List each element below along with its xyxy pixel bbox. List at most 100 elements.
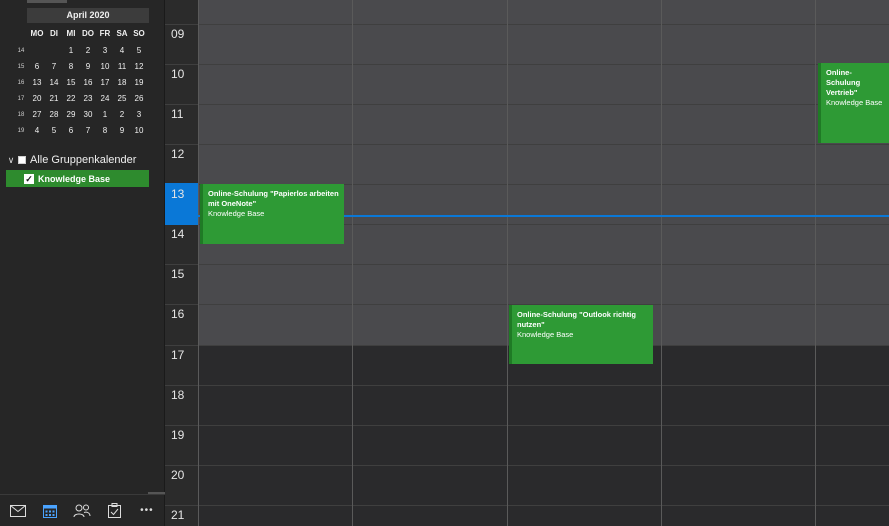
hour-line <box>165 104 889 105</box>
mini-calendar-day[interactable]: 11 <box>113 59 131 75</box>
mini-calendar-day[interactable]: 4 <box>28 123 46 139</box>
calendar-event[interactable]: Online-Schulung Vertrieb" Knowledge Base <box>818 63 889 143</box>
module-nav-bar: ••• <box>0 494 165 526</box>
hour-label: 17 <box>171 348 185 362</box>
weekday-header: DI <box>50 29 58 38</box>
mini-calendar-day[interactable]: 25 <box>113 91 131 107</box>
mini-calendar-day[interactable]: 19 <box>130 75 148 91</box>
hour-line <box>165 425 889 426</box>
calendar-event[interactable]: Online-Schulung "Outlook richtig nutzen"… <box>509 305 653 364</box>
mini-calendar-day[interactable]: 5 <box>130 43 148 59</box>
mini-calendar-day[interactable]: 23 <box>79 91 97 107</box>
mini-calendar-day[interactable]: 9 <box>113 123 131 139</box>
hour-line <box>165 24 889 25</box>
mini-calendar-day[interactable]: 6 <box>62 123 80 139</box>
mini-calendar-day[interactable]: 5 <box>45 123 63 139</box>
mini-calendar-day[interactable]: 7 <box>79 123 97 139</box>
chevron-down-icon[interactable]: ∨ <box>6 155 16 166</box>
mini-calendar-day[interactable]: 8 <box>62 59 80 75</box>
week-number: 16 <box>17 80 25 86</box>
mini-calendar-day[interactable]: 30 <box>79 107 97 123</box>
day-column-divider <box>661 0 662 526</box>
hour-line <box>165 385 889 386</box>
hour-label: 20 <box>171 468 185 482</box>
mini-calendar-day[interactable]: 9 <box>79 59 97 75</box>
mini-calendar-day[interactable]: 4 <box>113 43 131 59</box>
mini-calendar-day[interactable]: 24 <box>96 91 114 107</box>
calendar-item-knowledge-base[interactable]: ✓ Knowledge Base <box>6 170 149 187</box>
hour-line <box>165 144 889 145</box>
mini-calendar-day[interactable]: 28 <box>45 107 63 123</box>
hour-label: 13 <box>171 187 185 201</box>
weekday-header: DO <box>82 29 94 38</box>
mini-calendar-day[interactable]: 27 <box>28 107 46 123</box>
event-title: Online-Schulung "Papierlos arbeiten mit … <box>208 189 339 208</box>
mini-calendar-day[interactable]: 7 <box>45 59 63 75</box>
tasks-icon[interactable] <box>104 500 126 522</box>
mini-calendar-day[interactable]: 17 <box>96 75 114 91</box>
week-number: 17 <box>17 96 25 102</box>
week-number: 19 <box>17 128 25 134</box>
mini-calendar-day[interactable]: 1 <box>62 43 80 59</box>
mini-calendar-month-header[interactable]: April 2020 <box>27 8 149 23</box>
hour-label: 16 <box>171 307 185 321</box>
week-number: 14 <box>17 48 25 54</box>
hour-label: 09 <box>171 27 185 41</box>
mini-calendar-day[interactable]: 15 <box>62 75 80 91</box>
mini-calendar-day[interactable]: 16 <box>79 75 97 91</box>
hour-label: 14 <box>171 227 185 241</box>
mini-calendar-day[interactable]: 22 <box>62 91 80 107</box>
group-checkbox[interactable] <box>18 156 26 164</box>
more-icon[interactable]: ••• <box>136 500 158 522</box>
people-icon[interactable] <box>71 500 93 522</box>
mini-calendar-day[interactable]: 2 <box>79 43 97 59</box>
off-hours-area[interactable] <box>198 346 889 526</box>
weekday-header: SO <box>133 29 145 38</box>
week-number: 18 <box>17 112 25 118</box>
hour-line <box>165 505 889 506</box>
calendar-icon[interactable] <box>39 500 61 522</box>
mini-calendar-day[interactable]: 21 <box>45 91 63 107</box>
day-column-divider <box>352 0 353 526</box>
calendar-group-header[interactable]: ∨ Alle Gruppenkalender <box>6 152 156 168</box>
mini-calendar-day[interactable]: 10 <box>96 59 114 75</box>
mini-calendar-day[interactable]: 1 <box>96 107 114 123</box>
mini-calendar-day[interactable]: 10 <box>130 123 148 139</box>
mini-calendar-day[interactable]: 14 <box>45 75 63 91</box>
hour-label: 11 <box>171 107 184 121</box>
hour-label: 10 <box>171 67 185 81</box>
mini-calendar-day[interactable] <box>45 43 63 59</box>
mini-calendar-day[interactable]: 26 <box>130 91 148 107</box>
mini-calendar-day[interactable]: 6 <box>28 59 46 75</box>
calendar-event[interactable]: Online-Schulung "Papierlos arbeiten mit … <box>200 184 344 244</box>
event-title: Online-Schulung "Outlook richtig nutzen" <box>517 310 636 329</box>
mini-calendar-day[interactable]: 2 <box>113 107 131 123</box>
mini-calendar-day[interactable]: 13 <box>28 75 46 91</box>
mini-calendar-day[interactable] <box>28 43 46 59</box>
working-hours-area[interactable] <box>198 0 889 346</box>
hour-label: 15 <box>171 267 185 281</box>
mini-calendar-day[interactable]: 18 <box>113 75 131 91</box>
weekday-header: FR <box>99 29 111 38</box>
mail-icon[interactable] <box>7 500 29 522</box>
week-number: 15 <box>17 64 25 70</box>
day-column-divider <box>198 0 199 526</box>
mini-calendar-day[interactable]: 12 <box>130 59 148 75</box>
mini-calendar-day[interactable]: 3 <box>130 107 148 123</box>
event-calendar-name: Knowledge Base <box>826 98 883 107</box>
weekday-header: MO <box>30 29 44 38</box>
mini-calendar-day[interactable]: 29 <box>62 107 80 123</box>
checkmark-icon[interactable]: ✓ <box>24 173 34 184</box>
sidebar: April 2020 MO DI MI DO FR SA SO 14 1 2 3… <box>0 0 165 526</box>
event-calendar-name: Knowledge Base <box>208 209 265 218</box>
weekday-header: SA <box>116 29 128 38</box>
weekday-header: MI <box>66 29 76 38</box>
hour-line <box>165 264 889 265</box>
hour-label: 12 <box>171 147 185 161</box>
mini-calendar-day[interactable]: 20 <box>28 91 46 107</box>
hour-line <box>165 64 889 65</box>
event-title: Online-Schulung Vertrieb" <box>826 68 861 97</box>
mini-calendar-day[interactable]: 8 <box>96 123 114 139</box>
hour-label: 19 <box>171 428 185 442</box>
mini-calendar-day[interactable]: 3 <box>96 43 114 59</box>
